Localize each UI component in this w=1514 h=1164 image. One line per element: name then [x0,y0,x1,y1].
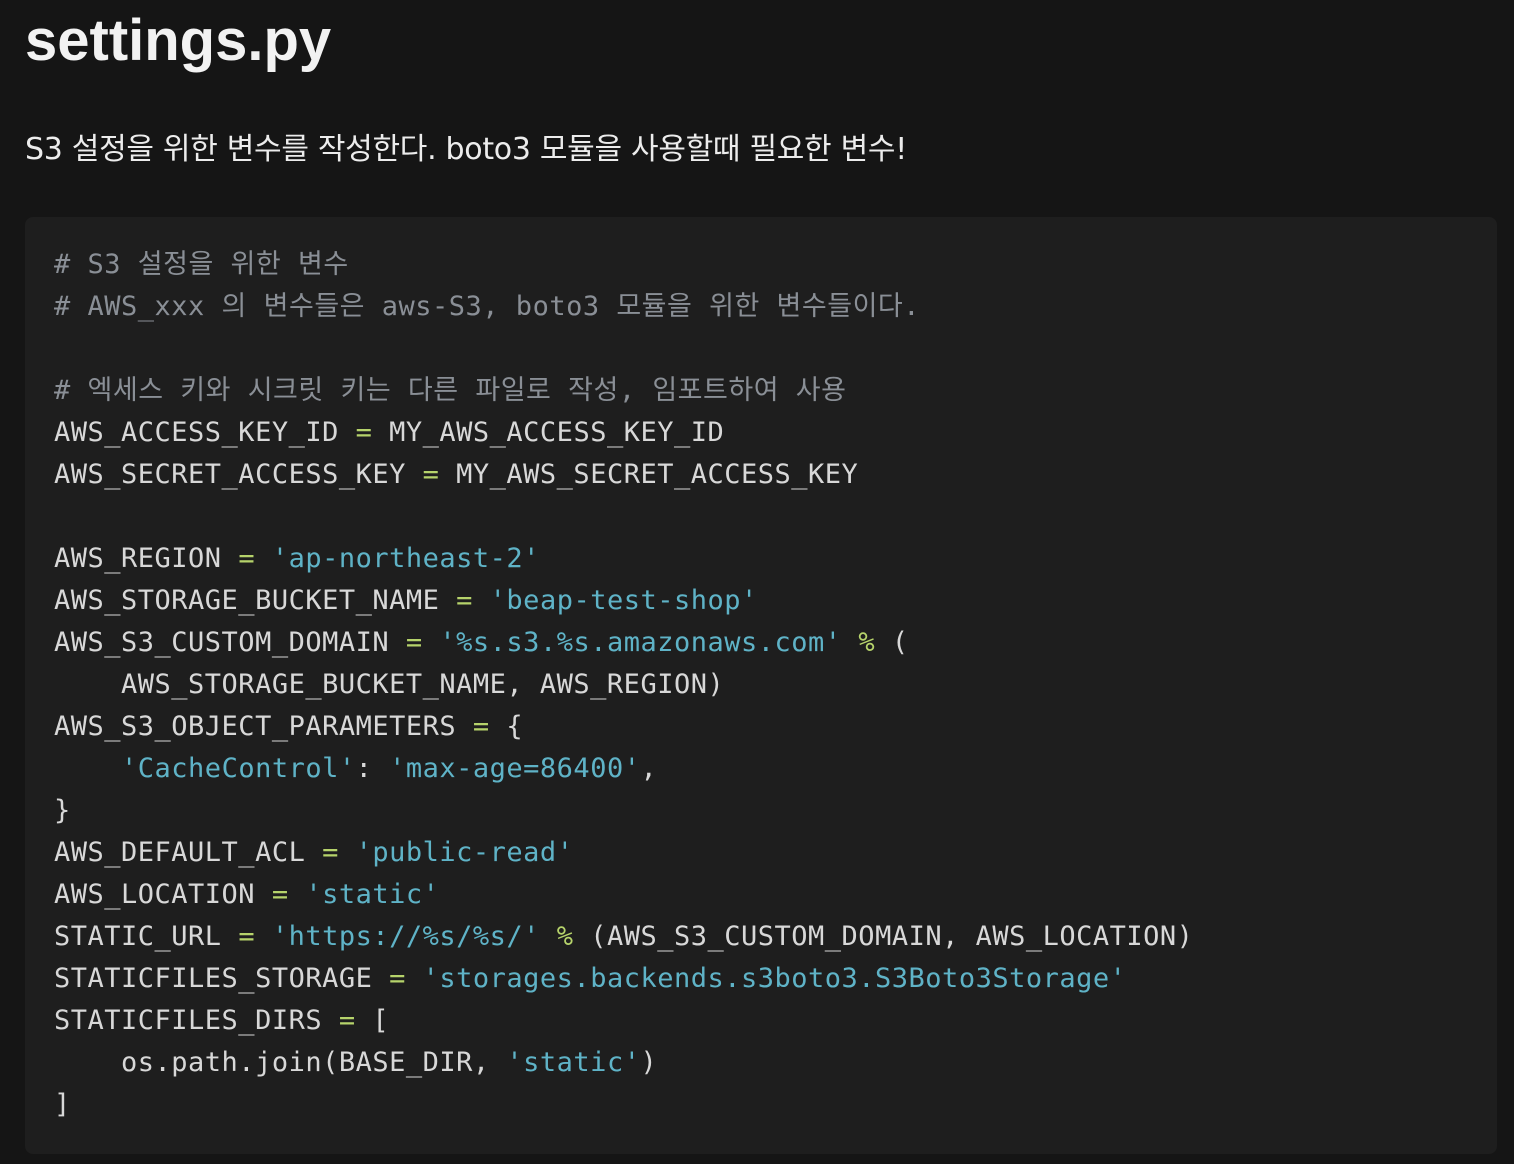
code-text: STATICFILES_STORAGE [54,963,390,994]
code-text: [ [355,1005,390,1036]
code-text: STATIC_URL [54,921,239,952]
code-text: AWS_LOCATION [54,879,272,910]
code-string: 'max-age=86400' [389,753,641,784]
code-line: AWS_S3_OBJECT_PARAMETERS = { [54,706,1193,748]
code-line: AWS_S3_CUSTOM_DOMAIN = '%s.s3.%s.amazona… [54,622,1193,664]
code-text: AWS_STORAGE_BUCKET_NAME [54,585,457,616]
code-string: 'https://%s/%s/' [271,921,540,952]
code-line: 'CacheControl': 'max-age=86400', [54,748,1193,790]
code-operator: % [556,921,574,952]
code-operator: = [271,879,289,910]
code-operator: = [456,585,473,616]
code-text: os.path.join(BASE_DIR, [54,1047,507,1078]
code-line: AWS_SECRET_ACCESS_KEY = MY_AWS_SECRET_AC… [54,454,1193,496]
code-text: MY_AWS_ACCESS_KEY_ID [372,417,725,448]
code-text: MY_AWS_SECRET_ACCESS_KEY [439,459,859,490]
code-text: AWS_STORAGE_BUCKET_NAME, AWS_REGION) [54,669,725,700]
intro-paragraph: S3 설정을 위한 변수를 작성한다. boto3 모듈을 사용할때 필요한 변… [25,132,907,167]
code-line: AWS_STORAGE_BUCKET_NAME, AWS_REGION) [54,664,1193,706]
code-line: AWS_LOCATION = 'static' [54,874,1193,916]
page-title: settings.py [25,8,332,73]
code-text: AWS_S3_OBJECT_PARAMETERS [54,711,473,742]
code-operator: = [322,837,339,868]
code-text: STATICFILES_DIRS [54,1005,339,1036]
code-text: (AWS_S3_CUSTOM_DOMAIN, AWS_LOCATION) [573,921,1194,952]
code-operator: = [405,627,423,658]
code-line: STATICFILES_STORAGE = 'storages.backends… [54,958,1193,1000]
code-line: # 엑세스 키와 시크릿 키는 다른 파일로 작성, 임포트하여 사용 [54,370,1193,412]
code-string: 'static' [305,879,440,910]
code-text: : [355,753,390,784]
code-line: } [54,790,1193,832]
code-comment: # 엑세스 키와 시크릿 키는 다른 파일로 작성, 임포트하여 사용 [54,375,847,406]
code-line: AWS_DEFAULT_ACL = 'public-read' [54,832,1193,874]
code-lines: # S3 설정을 위한 변수 # AWS_xxx 의 변수들은 aws-S3, b… [54,244,1193,1126]
code-operator: = [472,711,490,742]
code-text: AWS_S3_CUSTOM_DOMAIN [54,627,406,658]
code-operator: % [858,627,876,658]
code-line: STATICFILES_DIRS = [ [54,1000,1193,1042]
code-operator: = [422,459,440,490]
code-text: } [54,795,71,826]
code-line: ] [54,1084,1193,1126]
code-string: 'public-read' [355,837,574,868]
code-text: ( [875,627,909,658]
code-comment: # AWS_xxx 의 변수들은 aws-S3, boto3 모듈을 위한 변수… [54,291,921,322]
code-line: # S3 설정을 위한 변수 [54,244,1193,286]
code-line: os.path.join(BASE_DIR, 'static') [54,1042,1193,1084]
code-line: AWS_STORAGE_BUCKET_NAME = 'beap-test-sho… [54,580,1193,622]
code-string: 'ap-northeast-2' [271,543,540,574]
code-string: 'beap-test-shop' [489,585,758,616]
code-string: '%s.s3.%s.amazonaws.com' [439,627,842,658]
code-line: # AWS_xxx 의 변수들은 aws-S3, boto3 모듈을 위한 변수… [54,286,1193,328]
code-comment: # S3 설정을 위한 변수 [54,249,349,280]
code-text: { [489,711,524,742]
code-string: 'storages.backends.s3boto3.S3Boto3Storag… [422,963,1127,994]
code-text: , [640,753,658,784]
code-text: AWS_ACCESS_KEY_ID [54,417,356,448]
code-string: 'static' [506,1047,641,1078]
code-text: AWS_SECRET_ACCESS_KEY [54,459,423,490]
code-operator: = [238,921,256,952]
code-text: ] [54,1089,71,1120]
code-text: AWS_REGION [54,543,239,574]
code-operator: = [355,417,373,448]
code-block[interactable]: # S3 설정을 위한 변수 # AWS_xxx 의 변수들은 aws-S3, b… [25,217,1497,1154]
code-line: AWS_ACCESS_KEY_ID = MY_AWS_ACCESS_KEY_ID [54,412,1193,454]
code-line: STATIC_URL = 'https://%s/%s/' % (AWS_S3_… [54,916,1193,958]
code-operator: = [389,963,406,994]
code-string: 'CacheControl' [121,753,356,784]
code-line: AWS_REGION = 'ap-northeast-2' [54,538,1193,580]
code-text: ) [640,1047,658,1078]
code-operator: = [338,1005,356,1036]
code-operator: = [238,543,256,574]
code-text: AWS_DEFAULT_ACL [54,837,323,868]
